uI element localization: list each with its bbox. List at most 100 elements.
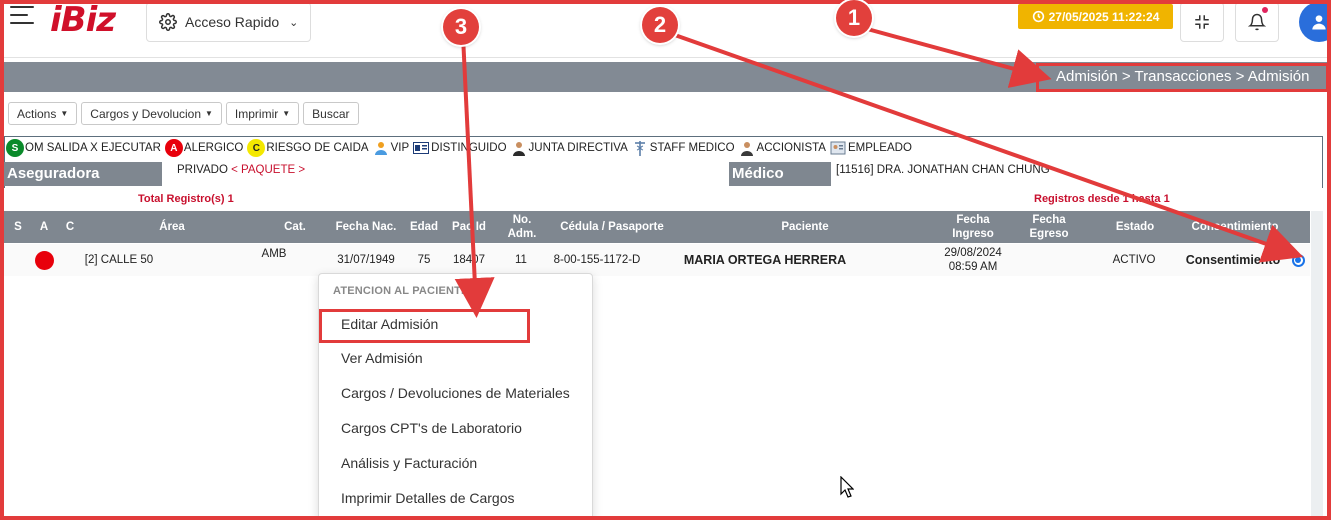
actions-label: Actions (17, 106, 57, 121)
user-icon (1312, 15, 1326, 30)
id-card-icon (413, 140, 430, 156)
menu-item-cargos-cpt[interactable]: Cargos CPT's de Laboratorio (341, 420, 522, 436)
mouse-cursor-icon (840, 476, 854, 498)
clock-icon (1032, 10, 1044, 23)
medico-label: Médico (729, 162, 831, 186)
step-3-marker: 3 (443, 9, 479, 45)
cargos-devolucion-dropdown[interactable]: Cargos y Devolucion ▼ (81, 102, 222, 125)
table-row[interactable]: [2] CALLE 50 AMB 31/07/1949 75 18407 11 … (4, 244, 1310, 276)
cell-edad: 75 (417, 254, 431, 266)
actions-dropdown[interactable]: Actions ▼ (8, 102, 78, 125)
legend-accionista-label: ACCIONISTA (756, 142, 826, 154)
user-avatar[interactable] (1299, 2, 1331, 42)
vip-icon (373, 140, 389, 156)
bell-icon (1248, 13, 1266, 31)
cell-no-adm: 11 (515, 254, 527, 266)
total-registros: Total Registro(s) 1 (138, 193, 234, 205)
col-estado[interactable]: Estado (1096, 211, 1174, 243)
col-fecha-egreso[interactable]: Fecha Egreso (1016, 211, 1082, 243)
red-dot-icon (34, 250, 54, 270)
buscar-label: Buscar (312, 106, 350, 121)
col-fecha-nac[interactable]: Fecha Nac. (326, 211, 406, 243)
cell-cedula: 8-00-155-1172-D (553, 254, 641, 266)
cell-consentimiento[interactable]: Consentimiento (1178, 244, 1288, 276)
legend-junta: JUNTA DIRECTIVA (511, 140, 628, 156)
step-2-marker: 2 (642, 7, 678, 43)
collapse-screen-button[interactable] (1180, 2, 1224, 42)
col-pac-id[interactable]: Pac Id (444, 211, 494, 243)
acceso-rapido-button[interactable]: Acceso Rapido ⌄ (146, 2, 311, 42)
cell-paciente: MARIA ORTEGA HERRERA (683, 253, 847, 267)
cell-pac-id: 18407 (453, 254, 485, 266)
legend-accionista: ACCIONISTA (739, 140, 826, 156)
legend-empleado-label: EMPLEADO (847, 142, 912, 154)
col-cedula[interactable]: Cédula / Pasaporte (546, 211, 678, 243)
breadcrumb: Admisión > Transacciones > Admisión (1056, 68, 1310, 85)
shareholder-icon (739, 140, 755, 156)
notifications-button[interactable] (1235, 2, 1279, 42)
scrollbar[interactable] (1311, 211, 1323, 520)
datetime-badge: 27/05/2025 11:22:24 (1018, 4, 1173, 29)
registros-range: Registros desde 1 hasta 1 (1034, 193, 1170, 205)
menu-item-ver-admision[interactable]: Ver Admisión (341, 350, 423, 366)
acceso-rapido-label: Acceso Rapido (185, 14, 280, 30)
gear-icon (159, 13, 177, 31)
legend-salida: S OM SALIDA X EJECUTAR (6, 139, 161, 157)
caret-down-icon: ▼ (205, 109, 213, 118)
col-s: S (14, 221, 22, 233)
row-select-radio[interactable] (1290, 244, 1306, 276)
caduceus-icon (632, 140, 648, 156)
col-no-adm[interactable]: No. Adm. (502, 211, 542, 243)
businessman-icon (511, 140, 527, 156)
imprimir-dropdown[interactable]: Imprimir ▼ (225, 102, 300, 125)
cell-estado: ACTIVO (1112, 254, 1156, 266)
legend-staff-label: STAFF MEDICO (649, 142, 735, 154)
caret-down-icon: ▼ (282, 109, 291, 118)
riesgo-badge: C (247, 139, 266, 157)
radio-selected-icon (1291, 253, 1305, 267)
cell-area: [2] CALLE 50 (84, 254, 154, 266)
legend-staff: STAFF MEDICO (632, 140, 735, 156)
col-paciente[interactable]: Paciente (680, 211, 930, 243)
menu-item-imprimir-detalles[interactable]: Imprimir Detalles de Cargos (341, 490, 515, 506)
compress-icon (1195, 15, 1209, 29)
col-fecha-ingreso[interactable]: Fecha Ingreso (938, 211, 1008, 243)
legend-vip: VIP (373, 140, 410, 156)
menu-item-editar-admision[interactable]: Editar Admisión (341, 316, 438, 332)
alergico-badge: A (164, 139, 183, 157)
menu-item-cargos-devoluciones[interactable]: Cargos / Devoluciones de Materiales (341, 385, 570, 401)
menu-item-analisis-facturacion[interactable]: Análisis y Facturación (341, 455, 477, 471)
legend-riesgo-label: RIESGO DE CAIDA (266, 142, 369, 154)
buscar-button[interactable]: Buscar (303, 102, 359, 125)
alergico-indicator (32, 244, 56, 276)
col-area[interactable]: Área (84, 211, 260, 243)
badge-icon (830, 140, 846, 156)
legend-distinguido-label: DISTINGUIDO (431, 142, 507, 154)
legend: S OM SALIDA X EJECUTAR A ALERGICO C RIESGO … (6, 139, 916, 157)
salida-badge: S (6, 139, 24, 157)
legend-empleado: EMPLEADO (830, 140, 912, 156)
table-header: S A C Área Cat. Fecha Nac. Edad Pac Id N… (4, 211, 1310, 243)
legend-alergico-label: ALERGICO (183, 142, 244, 154)
aseguradora-value: PRIVADO < PAQUETE > (177, 164, 305, 176)
cell-fecha-ingreso: 29/08/2024 08:59 AM (934, 244, 1012, 276)
col-a: A (39, 221, 49, 233)
col-c: C (65, 221, 75, 233)
cell-cat: AMB (261, 248, 287, 260)
fecha-ingreso-date: 29/08/2024 (944, 247, 1002, 259)
medico-value: [11516] DRA. JONATHAN CHAN CHUNG (836, 164, 1050, 176)
legend-salida-label: OM SALIDA X EJECUTAR (25, 142, 161, 154)
col-cat[interactable]: Cat. (268, 211, 322, 243)
col-consentimiento[interactable]: Consentimiento (1180, 211, 1290, 243)
context-menu: ATENCION AL PACIENTE Editar Admisión Ver… (318, 273, 593, 520)
imprimir-label: Imprimir (234, 106, 279, 121)
paquete-link[interactable]: < PAQUETE > (231, 164, 305, 176)
legend-vip-label: VIP (390, 142, 410, 154)
hamburger-menu-icon[interactable] (10, 6, 34, 26)
cargos-label: Cargos y Devolucion (90, 106, 201, 121)
col-edad[interactable]: Edad (406, 211, 442, 243)
notification-dot (1262, 7, 1268, 13)
aseguradora-text: PRIVADO (177, 164, 228, 176)
ibiz-logo: iBiz (50, 0, 116, 40)
legend-junta-label: JUNTA DIRECTIVA (528, 142, 628, 154)
